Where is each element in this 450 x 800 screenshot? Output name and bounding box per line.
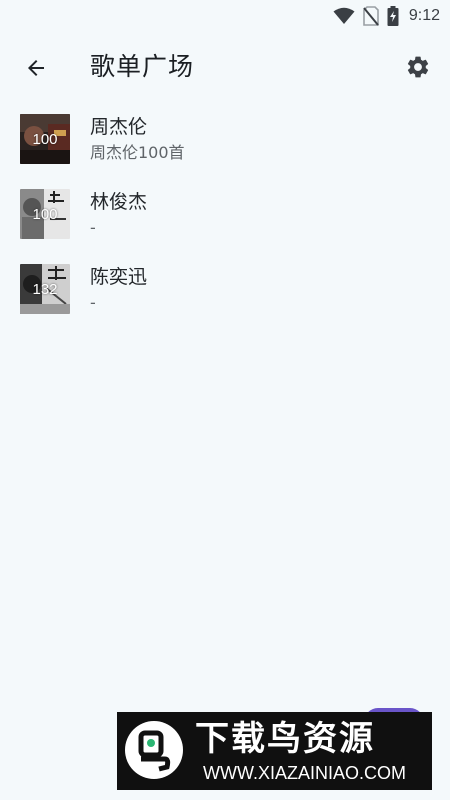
playlist-item-jay-chou[interactable]: 100 周杰伦 周杰伦100首 [0,106,450,181]
cover-count: 100 [32,205,58,223]
back-button[interactable] [14,46,58,90]
watermark-logo [125,721,183,779]
watermark-url: WWW.XIAZAINIAO.COM [203,763,406,783]
battery-charging-icon [387,6,399,26]
playlist-title: 陈奕迅 [90,266,148,288]
status-time: 9:12 [408,7,440,24]
playlist-cover: 132 [20,264,70,314]
watermark-banner: 下载鸟资源 WWW.XIAZAINIAO.COM [117,712,432,790]
playlist-cover: 100 [20,189,70,239]
watermark-title: 下载鸟资源 [195,719,375,759]
playlist-item-eason-chan[interactable]: 132 陈奕迅 - [0,256,450,331]
playlist-item-jj-lin[interactable]: 100 林俊杰 - [0,181,450,256]
playlist-subtitle: - [90,218,96,237]
settings-button[interactable] [396,45,440,89]
playlist-subtitle: - [90,293,96,312]
status-bar: 9:12 [0,0,450,32]
arrow-left-icon [28,60,44,76]
playlist-title: 林俊杰 [90,191,148,213]
cover-count: 100 [32,130,58,148]
cover-count: 132 [32,280,58,298]
playlist-title: 周杰伦 [90,116,148,138]
playlist-subtitle: 周杰伦100首 [90,143,185,162]
app-bar: 歌单广场 [0,40,450,96]
no-sim-icon [363,6,379,26]
wifi-icon [333,7,355,24]
gear-icon [407,56,429,78]
bird-logo-icon [138,730,171,772]
page-title: 歌单广场 [90,52,195,81]
playlist-list: 100 周杰伦 周杰伦100首 100 林俊杰 - 132 陈奕迅 - [0,106,450,331]
playlist-cover: 100 [20,114,70,164]
